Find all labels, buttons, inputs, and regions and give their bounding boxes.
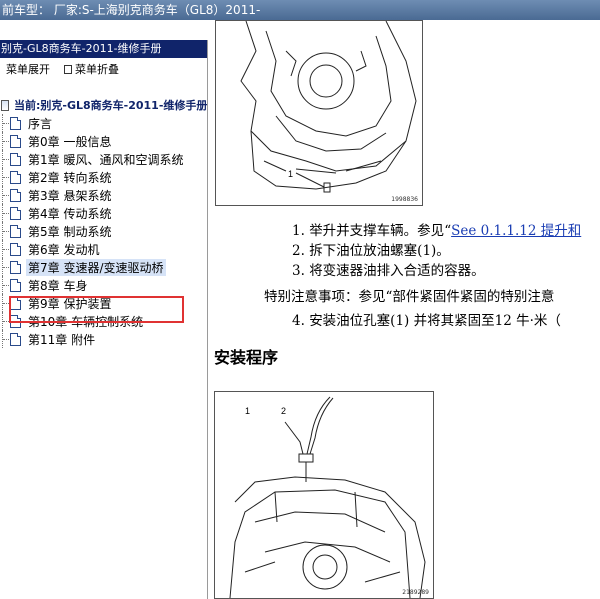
tree-toolbar: 菜单展开 菜单折叠 (0, 58, 207, 80)
figure1-code: 1998836 (391, 196, 418, 203)
figure2-callout-1: 1 (245, 406, 250, 416)
step-4-number: 4. (292, 313, 305, 329)
figure2-code: 2189289 (402, 589, 429, 596)
tree-item[interactable]: 第10章 车辆控制系统 (0, 312, 207, 330)
tree-item[interactable]: 第4章 传动系统 (0, 204, 207, 222)
tree-item-label: 第2章 转向系统 (28, 170, 112, 185)
tree-item[interactable]: 序言 (0, 114, 207, 132)
tree-item-label: 第8章 车身 (28, 278, 88, 293)
tree-item[interactable]: 第9章 保护装置 (0, 294, 207, 312)
tree-item-label: 第0章 一般信息 (28, 134, 112, 149)
step-2: 2. 拆下油位放油螺塞(1)。 (292, 241, 581, 261)
tree-root-label: 当前:别克-GL8商务车-2011-维修手册 (14, 99, 208, 112)
figure2-callout-2: 2 (281, 406, 286, 416)
removal-steps: 1. 举升并支撑车辆。参见“See 0.1.1.12 提升和 2. 拆下油位放油… (292, 221, 581, 281)
tree-item-label: 第4章 传动系统 (28, 206, 112, 221)
document-icon (10, 278, 21, 292)
step-4-text: 安装油位孔塞(1) 并将其紧固至12 牛·米（ (309, 313, 561, 329)
step-2-number: 2. (292, 243, 305, 259)
special-notice: 特别注意事项：参见“部件紧固件紧固的特别注意 (264, 289, 555, 305)
document-icon (10, 170, 21, 184)
step-1-number: 1. (292, 223, 305, 239)
step-1-text: 举升并支撑车辆。参见 (309, 223, 445, 239)
tree-item[interactable]: 第0章 一般信息 (0, 132, 207, 150)
tree-item-label: 第11章 附件 (28, 332, 96, 347)
document-icon (10, 134, 21, 148)
tree-item[interactable]: 第3章 悬架系统 (0, 186, 207, 204)
expand-menu-button[interactable]: 菜单展开 (6, 61, 50, 77)
tree-item[interactable]: 第7章 变速器/变速驱动桥 (0, 258, 207, 276)
dipstick-illustration: 1 2 2189289 (214, 391, 434, 599)
navigation-pane: 别克-GL8商务车-2011-维修手册 菜单展开 菜单折叠 当前:别克-GL8商… (0, 40, 208, 599)
tree-item-label: 第1章 暖风、通风和空调系统 (28, 152, 184, 167)
step-3: 3. 将变速器油排入合适的容器。 (292, 261, 581, 281)
lifting-reference-link[interactable]: See 0.1.1.12 提升和 (451, 223, 581, 239)
tree-item-label: 第10章 车辆控制系统 (28, 314, 144, 329)
figure1-callout: 1 (288, 169, 293, 179)
tree-item[interactable]: 第6章 发动机 (0, 240, 207, 258)
tree-item-label: 第3章 悬架系统 (28, 188, 112, 203)
collapse-icon (64, 64, 72, 74)
tree-item[interactable]: 第8章 车身 (0, 276, 207, 294)
tree-root[interactable]: 当前:别克-GL8商务车-2011-维修手册 (0, 96, 208, 114)
tree-item-label: 第6章 发动机 (28, 242, 100, 257)
drain-plug-illustration: 1 1998836 (215, 20, 423, 206)
document-icon (10, 260, 21, 274)
window-title-bar: 前车型： 厂家:S-上海别克商务车（GL8）2011- (0, 0, 600, 20)
transmission-bottom-drawing: 1 (240, 20, 417, 193)
tree-item-label: 第7章 变速器/变速驱动桥 (26, 258, 166, 276)
chapter-tree: 当前:别克-GL8商务车-2011-维修手册 序言第0章 一般信息第1章 暖风、… (0, 96, 208, 348)
content-pane: 1 1998836 1. 举升并支撑车辆。参见“See 0.1.1.12 提升和… (214, 20, 600, 599)
document-icon (10, 332, 21, 346)
step-3-text: 将变速器油排入合适的容器。 (309, 263, 485, 279)
book-icon (1, 99, 9, 111)
tree-item[interactable]: 第5章 制动系统 (0, 222, 207, 240)
expand-label: 菜单展开 (6, 63, 50, 76)
step-2-text: 拆下油位放油螺塞(1)。 (309, 243, 450, 259)
step-1: 1. 举升并支撑车辆。参见“See 0.1.1.12 提升和 (292, 221, 581, 241)
document-icon (10, 188, 21, 202)
document-icon (10, 296, 21, 310)
document-icon (10, 314, 21, 328)
document-icon (10, 116, 21, 130)
tree-item[interactable]: 第11章 附件 (0, 330, 207, 348)
document-icon (10, 242, 21, 256)
collapse-label: 菜单折叠 (75, 63, 119, 76)
document-icon (10, 206, 21, 220)
step-4: 4. 安装油位孔塞(1) 并将其紧固至12 牛·米（ (292, 309, 561, 329)
tree-item[interactable]: 第2章 转向系统 (0, 168, 207, 186)
tree-item-label: 第9章 保护装置 (28, 296, 112, 311)
document-icon (10, 152, 21, 166)
collapse-menu-button[interactable]: 菜单折叠 (64, 61, 119, 77)
document-icon (10, 224, 21, 238)
install-procedure-heading: 安装程序 (214, 348, 279, 367)
manual-title: 别克-GL8商务车-2011-维修手册 (0, 40, 207, 58)
step-3-number: 3. (292, 263, 305, 279)
tree-item[interactable]: 第1章 暖风、通风和空调系统 (0, 150, 207, 168)
transmission-dipstick-drawing: 1 2 (229, 396, 426, 599)
tree-item-label: 第5章 制动系统 (28, 224, 112, 239)
tree-item-label: 序言 (28, 116, 53, 131)
